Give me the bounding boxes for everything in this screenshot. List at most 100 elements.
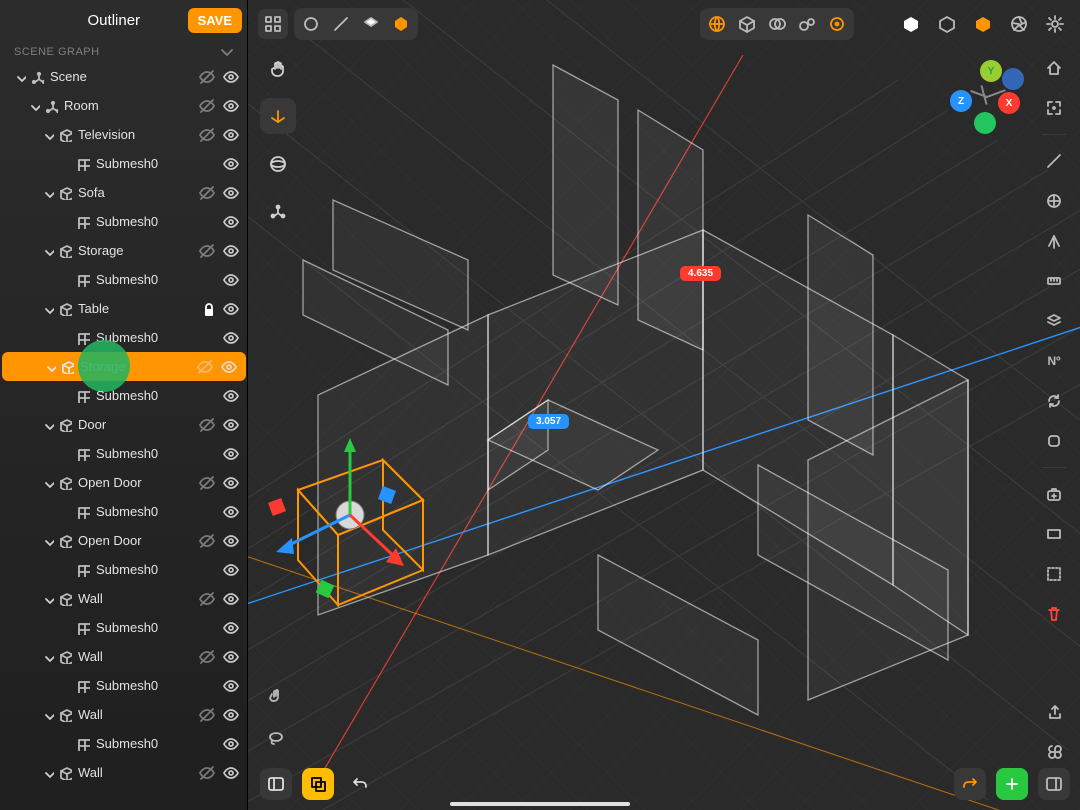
snap-toggle[interactable] xyxy=(302,768,334,800)
share-button[interactable] xyxy=(1040,697,1070,727)
chevron-down-icon[interactable] xyxy=(42,419,54,431)
marquee-button[interactable] xyxy=(1038,558,1070,590)
eye-icon[interactable] xyxy=(222,68,240,86)
select-tool[interactable] xyxy=(260,50,296,86)
tree-row-wall[interactable]: Wall xyxy=(0,584,248,613)
chevron-down-icon[interactable] xyxy=(42,303,54,315)
rect-button[interactable] xyxy=(1038,518,1070,550)
tree-row-wall[interactable]: Wall xyxy=(0,642,248,671)
eye-icon[interactable] xyxy=(220,358,238,376)
eye-icon[interactable] xyxy=(222,648,240,666)
eye-slash-icon[interactable] xyxy=(198,764,216,782)
tree-row-wall[interactable]: Wall xyxy=(0,758,248,787)
viewport-3d[interactable]: 4.635 3.057 X Y Z xyxy=(248,0,1080,810)
lock-icon[interactable] xyxy=(200,301,216,317)
chevron-down-icon[interactable] xyxy=(42,535,54,547)
tree-row-door[interactable]: Door xyxy=(0,410,248,439)
scale-tool[interactable] xyxy=(260,194,296,230)
medkit-button[interactable] xyxy=(1038,478,1070,510)
eye-slash-icon[interactable] xyxy=(198,126,216,144)
eye-icon[interactable] xyxy=(222,155,240,173)
frame-button[interactable] xyxy=(1038,92,1070,124)
eye-icon[interactable] xyxy=(222,213,240,231)
eye-icon[interactable] xyxy=(222,532,240,550)
chevron-down-icon[interactable] xyxy=(14,71,26,83)
eye-slash-icon[interactable] xyxy=(198,532,216,550)
view-persp-button[interactable] xyxy=(968,9,998,39)
tree-row-submesh0[interactable]: Submesh0 xyxy=(0,497,248,526)
rounded-rect-button[interactable] xyxy=(1038,425,1070,457)
mirror-button[interactable] xyxy=(1038,225,1070,257)
tree-row-submesh0[interactable]: Submesh0 xyxy=(0,729,248,758)
xray-button[interactable] xyxy=(1038,145,1070,177)
undo-button[interactable] xyxy=(344,768,376,800)
shading-rendered-button[interactable] xyxy=(386,10,416,38)
eye-icon[interactable] xyxy=(222,242,240,260)
lasso-button[interactable] xyxy=(260,722,292,754)
eye-slash-icon[interactable] xyxy=(198,184,216,202)
chevron-down-icon[interactable] xyxy=(42,709,54,721)
chevron-down-icon[interactable] xyxy=(28,100,40,112)
shading-wire-button[interactable] xyxy=(296,10,326,38)
eye-icon[interactable] xyxy=(222,503,240,521)
gear-link-toggle[interactable] xyxy=(792,10,822,38)
eye-icon[interactable] xyxy=(222,184,240,202)
orientation-gizmo[interactable]: X Y Z xyxy=(950,60,1020,130)
target-toggle[interactable] xyxy=(822,10,852,38)
tree-row-wall[interactable]: Wall xyxy=(0,700,248,729)
view-back-button[interactable] xyxy=(932,9,962,39)
command-button[interactable] xyxy=(1040,737,1070,767)
eye-icon[interactable] xyxy=(222,735,240,753)
chevron-down-icon[interactable] xyxy=(42,593,54,605)
layers-button[interactable] xyxy=(1038,305,1070,337)
view-front-button[interactable] xyxy=(896,9,926,39)
chevron-down-icon[interactable] xyxy=(42,477,54,489)
tree-row-table[interactable]: Table xyxy=(0,294,248,323)
bounds-button[interactable] xyxy=(1038,185,1070,217)
move-tool[interactable] xyxy=(260,98,296,134)
eye-slash-icon[interactable] xyxy=(198,590,216,608)
eye-icon[interactable] xyxy=(222,126,240,144)
tree-row-submesh0[interactable]: Submesh0 xyxy=(0,323,248,352)
eye-slash-icon[interactable] xyxy=(198,416,216,434)
chevron-down-icon[interactable] xyxy=(42,187,54,199)
add-button[interactable] xyxy=(996,768,1028,800)
eye-slash-icon[interactable] xyxy=(198,242,216,260)
eye-icon[interactable] xyxy=(222,706,240,724)
eye-icon[interactable] xyxy=(222,590,240,608)
refresh-button[interactable] xyxy=(1038,385,1070,417)
hand-pan-button[interactable] xyxy=(260,680,292,712)
ruler-button[interactable] xyxy=(1038,265,1070,297)
eye-icon[interactable] xyxy=(222,271,240,289)
tree-row-storage[interactable]: Storage xyxy=(2,352,246,381)
overlap-toggle[interactable] xyxy=(762,10,792,38)
eye-slash-icon[interactable] xyxy=(198,648,216,666)
chevron-down-icon[interactable] xyxy=(42,651,54,663)
tree-row-submesh0[interactable]: Submesh0 xyxy=(0,671,248,700)
eye-icon[interactable] xyxy=(222,445,240,463)
eye-icon[interactable] xyxy=(222,677,240,695)
scene-tree[interactable]: SceneRoomTelevisionSubmesh0SofaSubmesh0S… xyxy=(0,62,248,810)
eye-slash-icon[interactable] xyxy=(196,358,214,376)
tree-row-submesh0[interactable]: Submesh0 xyxy=(0,149,248,178)
rotate-tool[interactable] xyxy=(260,146,296,182)
tree-row-submesh0[interactable]: Submesh0 xyxy=(0,439,248,468)
shading-solid-button[interactable] xyxy=(356,10,386,38)
tree-row-submesh0[interactable]: Submesh0 xyxy=(0,207,248,236)
tree-row-room[interactable]: Room xyxy=(0,91,248,120)
eye-slash-icon[interactable] xyxy=(198,97,216,115)
settings-button[interactable] xyxy=(1040,9,1070,39)
tree-row-submesh0[interactable]: Submesh0 xyxy=(0,613,248,642)
panel-right-button[interactable] xyxy=(1038,768,1070,800)
eye-icon[interactable] xyxy=(222,561,240,579)
chevron-down-icon[interactable] xyxy=(44,361,56,373)
tree-row-submesh0[interactable]: Submesh0 xyxy=(0,265,248,294)
eye-slash-icon[interactable] xyxy=(198,68,216,86)
tree-row-sofa[interactable]: Sofa xyxy=(0,178,248,207)
tree-row-submesh0[interactable]: Submesh0 xyxy=(0,381,248,410)
eye-icon[interactable] xyxy=(222,300,240,318)
cube-toggle[interactable] xyxy=(732,10,762,38)
chevron-down-icon[interactable] xyxy=(42,767,54,779)
eye-icon[interactable] xyxy=(222,764,240,782)
tree-row-scene[interactable]: Scene xyxy=(0,62,248,91)
